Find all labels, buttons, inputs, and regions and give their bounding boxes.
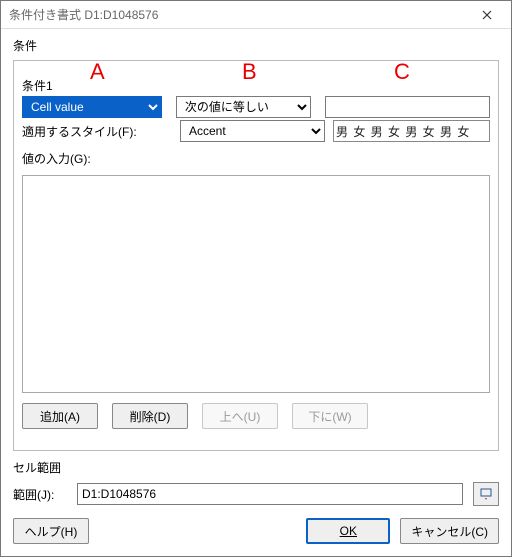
condition-type-select[interactable]: Cell value bbox=[22, 96, 162, 118]
add-button[interactable]: 追加(A) bbox=[22, 403, 98, 429]
dialog-content: 条件 A B C D 条件1 Cell value 次の値に等しい bbox=[1, 29, 511, 556]
range-label: 範囲(J): bbox=[13, 486, 67, 503]
delete-button[interactable]: 削除(D) bbox=[112, 403, 188, 429]
conditions-section-label: 条件 bbox=[13, 37, 499, 54]
help-button[interactable]: ヘルプ(H) bbox=[13, 518, 89, 544]
condition1-label: 条件1 bbox=[22, 77, 490, 94]
range-section-label: セル範囲 bbox=[13, 459, 499, 476]
condition-buttons-row: 追加(A) 削除(D) 上へ(U) 下に(W) bbox=[22, 403, 490, 429]
style-select[interactable]: Accent bbox=[180, 120, 325, 142]
conditions-list-area[interactable] bbox=[22, 175, 490, 393]
condition-value-input[interactable] bbox=[325, 96, 490, 118]
move-down-button: 下に(W) bbox=[292, 403, 368, 429]
cancel-button[interactable]: キャンセル(C) bbox=[400, 518, 499, 544]
value-input-label: 値の入力(G): bbox=[22, 150, 172, 167]
shrink-range-button[interactable] bbox=[473, 482, 499, 506]
condition-row: Cell value 次の値に等しい bbox=[22, 96, 490, 118]
footer-buttons: ヘルプ(H) OK キャンセル(C) bbox=[13, 518, 499, 544]
value-input-row: 値の入力(G): bbox=[22, 150, 490, 167]
dialog-window: 条件付き書式 D1:D1048576 条件 A B C D 条件1 Cell v… bbox=[0, 0, 512, 557]
range-row: 範囲(J): bbox=[13, 482, 499, 506]
titlebar: 条件付き書式 D1:D1048576 bbox=[1, 1, 511, 29]
style-row: 適用するスタイル(F): Accent 男 女 男 女 男 女 男 女 bbox=[22, 120, 490, 142]
shrink-icon bbox=[479, 487, 493, 501]
ok-button[interactable]: OK bbox=[306, 518, 390, 544]
move-up-button: 上へ(U) bbox=[202, 403, 278, 429]
style-preview: 男 女 男 女 男 女 男 女 bbox=[333, 120, 490, 142]
window-title: 条件付き書式 D1:D1048576 bbox=[9, 6, 467, 23]
conditions-panel: A B C D 条件1 Cell value 次の値に等しい bbox=[13, 60, 499, 451]
condition-operator-select[interactable]: 次の値に等しい bbox=[176, 96, 311, 118]
range-input[interactable] bbox=[77, 483, 463, 505]
close-icon bbox=[482, 10, 492, 20]
style-label: 適用するスタイル(F): bbox=[22, 123, 172, 140]
close-button[interactable] bbox=[467, 3, 507, 27]
